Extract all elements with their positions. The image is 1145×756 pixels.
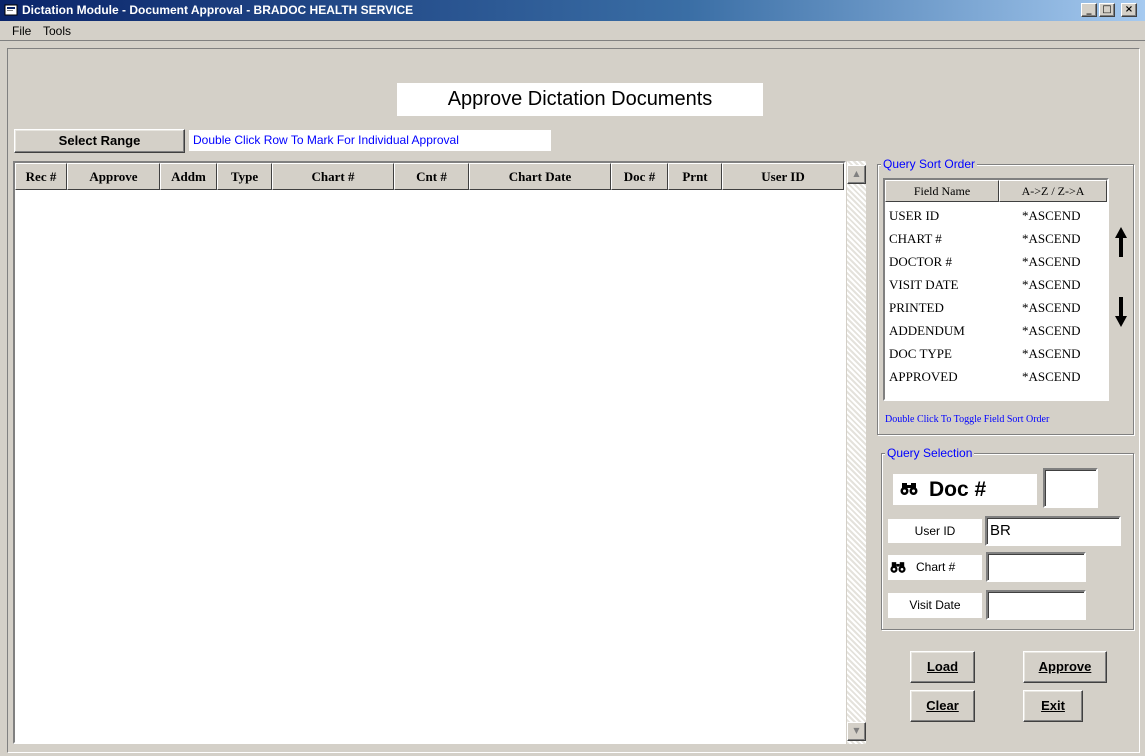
- col-chart[interactable]: Chart #: [272, 163, 394, 190]
- exit-button[interactable]: Exit: [1023, 690, 1083, 722]
- grid-scrollbar[interactable]: ▲ ▼: [846, 161, 866, 744]
- sort-direction: *ASCEND: [1022, 369, 1081, 384]
- sort-row[interactable]: DOC TYPE *ASCEND: [885, 343, 1107, 366]
- sort-order-legend: Query Sort Order: [881, 157, 978, 171]
- title-bar[interactable]: Dictation Module - Document Approval - B…: [0, 0, 1145, 21]
- binoculars-icon: [890, 562, 906, 573]
- menu-tools[interactable]: Tools: [43, 24, 71, 38]
- col-chart-date[interactable]: Chart Date: [469, 163, 611, 190]
- sort-field: USER ID: [889, 208, 940, 223]
- col-prnt[interactable]: Prnt: [668, 163, 722, 190]
- grid-header: Rec # Approve Addm Type Chart # Cnt # Ch…: [15, 163, 844, 190]
- sort-field: CHART #: [889, 231, 942, 246]
- documents-grid[interactable]: Rec # Approve Addm Type Chart # Cnt # Ch…: [13, 161, 846, 744]
- col-cnt[interactable]: Cnt #: [394, 163, 469, 190]
- arrow-down-icon[interactable]: [1114, 297, 1128, 327]
- load-label: Load: [926, 659, 959, 674]
- approve-button[interactable]: Approve: [1023, 651, 1107, 683]
- visit-date-input[interactable]: [986, 590, 1086, 620]
- chart-number-label: Chart #: [888, 555, 982, 580]
- sort-direction: *ASCEND: [1022, 208, 1081, 223]
- sort-field: APPROVED: [889, 369, 958, 384]
- sort-row[interactable]: APPROVED *ASCEND: [885, 366, 1107, 389]
- window-title: Dictation Module - Document Approval - B…: [22, 3, 414, 17]
- doc-number-input[interactable]: [1043, 468, 1098, 508]
- sort-row[interactable]: DOCTOR # *ASCEND: [885, 251, 1107, 274]
- sort-row[interactable]: ADDENDUM *ASCEND: [885, 320, 1107, 343]
- col-rec[interactable]: Rec #: [15, 163, 67, 190]
- sort-row[interactable]: USER ID *ASCEND: [885, 205, 1107, 228]
- minimize-button[interactable]: _: [1081, 3, 1097, 17]
- maximize-button[interactable]: □: [1099, 3, 1115, 17]
- sort-direction: *ASCEND: [1022, 277, 1081, 292]
- sort-header-order: A->Z / Z->A: [999, 180, 1107, 202]
- sort-row[interactable]: VISIT DATE *ASCEND: [885, 274, 1107, 297]
- sort-direction: *ASCEND: [1022, 231, 1081, 246]
- col-doc[interactable]: Doc #: [611, 163, 668, 190]
- sort-field: DOCTOR #: [889, 254, 952, 269]
- sort-row[interactable]: CHART # *ASCEND: [885, 228, 1107, 251]
- select-range-button[interactable]: Select Range: [14, 129, 185, 153]
- sort-order-list[interactable]: Field Name A->Z / Z->A USER ID *ASCEND CH…: [883, 178, 1109, 401]
- clear-button[interactable]: Clear: [910, 690, 975, 722]
- clear-label: Clear: [926, 698, 959, 713]
- sort-hint: Double Click To Toggle Field Sort Order: [885, 414, 1050, 425]
- col-type[interactable]: Type: [217, 163, 272, 190]
- row-hint: Double Click Row To Mark For Individual …: [189, 130, 551, 151]
- sort-field: DOC TYPE: [889, 346, 952, 361]
- arrow-up-icon[interactable]: [1114, 227, 1128, 257]
- sort-direction: *ASCEND: [1022, 346, 1081, 361]
- doc-number-label: Doc #: [893, 474, 1037, 505]
- page-title: Approve Dictation Documents: [397, 83, 763, 116]
- load-button[interactable]: Load: [910, 651, 975, 683]
- sort-field: ADDENDUM: [889, 323, 965, 338]
- col-approve[interactable]: Approve: [67, 163, 160, 190]
- chart-number-text: Chart #: [916, 560, 956, 574]
- binoculars-icon: [900, 483, 918, 495]
- exit-label: Exit: [1041, 698, 1065, 713]
- scroll-down-button[interactable]: ▼: [847, 722, 866, 741]
- sort-direction: *ASCEND: [1022, 300, 1081, 315]
- select-range-label: Select Range: [58, 133, 141, 148]
- sort-field: VISIT DATE: [889, 277, 959, 292]
- chart-number-input[interactable]: [986, 552, 1086, 582]
- visit-date-label: Visit Date: [888, 593, 982, 618]
- query-selection-legend: Query Selection: [885, 446, 975, 460]
- app-icon: [4, 4, 18, 16]
- close-button[interactable]: ×: [1121, 3, 1137, 17]
- col-user-id[interactable]: User ID: [722, 163, 844, 190]
- doc-number-text: Doc #: [929, 478, 987, 501]
- sort-row[interactable]: PRINTED *ASCEND: [885, 297, 1107, 320]
- sort-direction: *ASCEND: [1022, 254, 1081, 269]
- menu-file[interactable]: File: [12, 24, 31, 38]
- user-id-input[interactable]: BR: [985, 516, 1121, 546]
- sort-direction: *ASCEND: [1022, 323, 1081, 338]
- user-id-label: User ID: [888, 519, 982, 543]
- menu-bar: File Tools: [0, 21, 1145, 41]
- approve-label: Approve: [1038, 659, 1092, 674]
- scroll-up-button[interactable]: ▲: [847, 165, 866, 184]
- sort-field: PRINTED: [889, 300, 944, 315]
- col-addm[interactable]: Addm: [160, 163, 217, 190]
- sort-header-field: Field Name: [885, 180, 999, 202]
